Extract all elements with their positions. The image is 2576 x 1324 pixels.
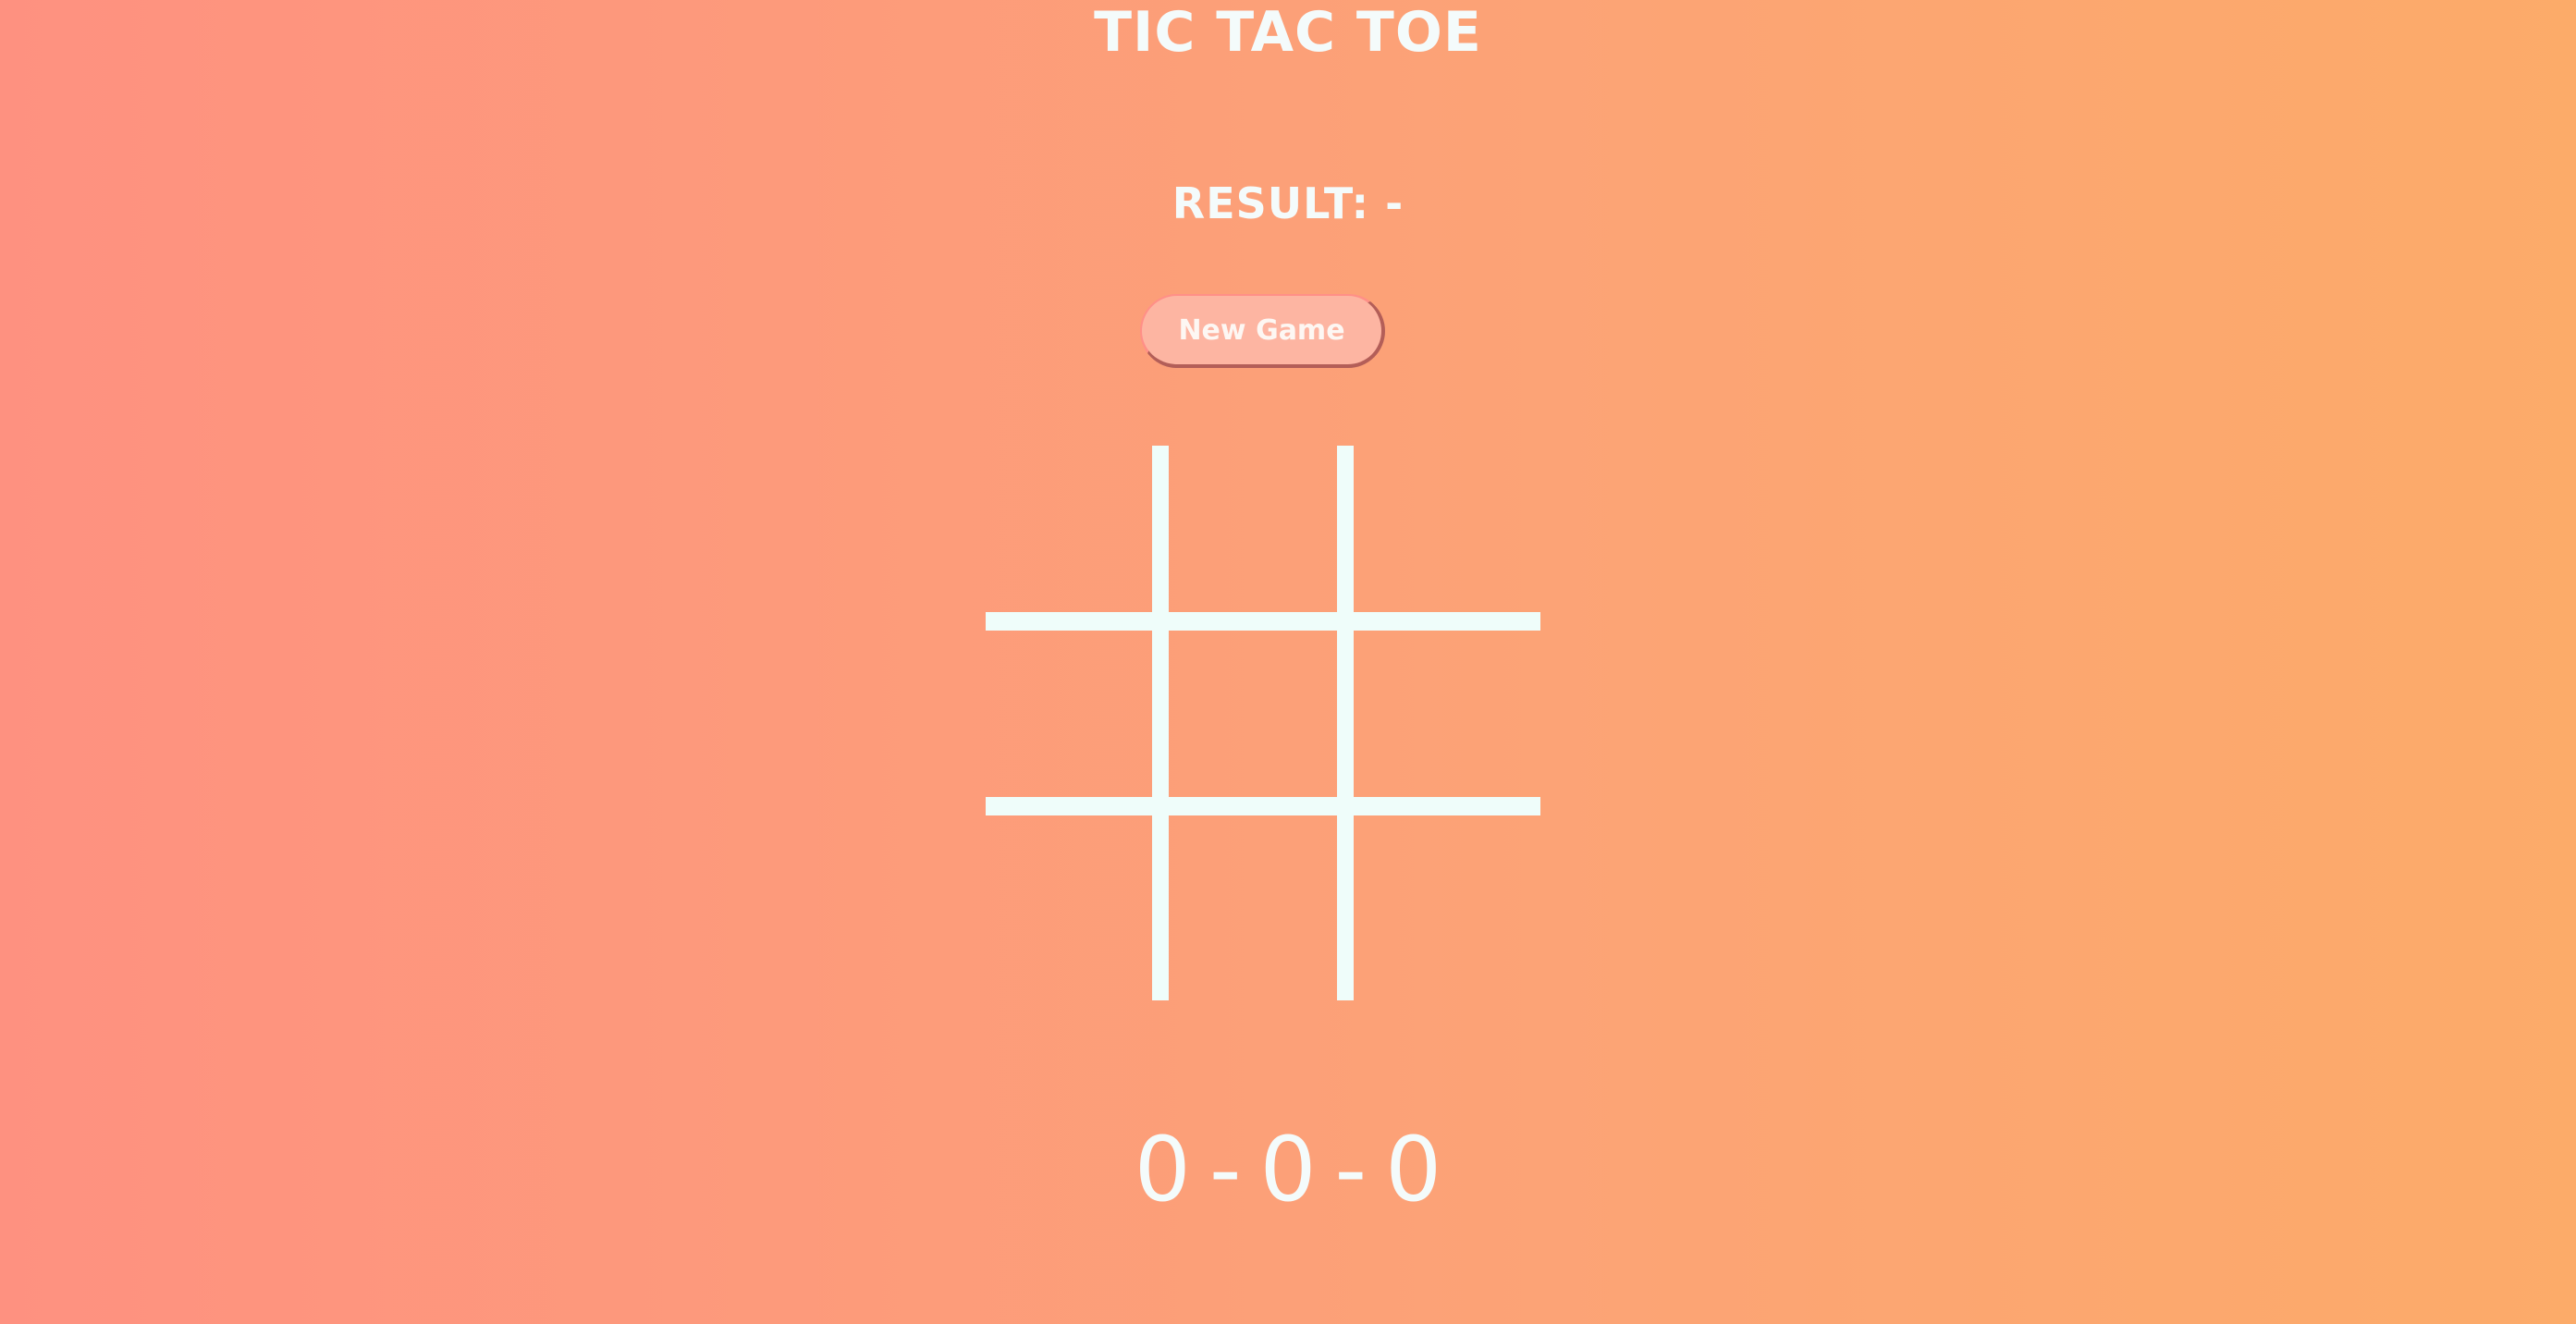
score-x-wins: 0: [1134, 1118, 1191, 1221]
board-cell-5[interactable]: [1169, 631, 1335, 797]
score-o-wins: 0: [1385, 1118, 1442, 1221]
new-game-button[interactable]: New Game: [1140, 294, 1385, 368]
game-board: [986, 446, 1540, 1000]
board-cell-8[interactable]: [1169, 815, 1335, 982]
score-draws: 0: [1259, 1118, 1317, 1221]
grid-line-horizontal-2: [986, 797, 1540, 815]
score-separator: -: [1334, 1118, 1368, 1221]
board-cell-6[interactable]: [1354, 631, 1520, 797]
page-title: TIC TAC TOE: [1094, 0, 1482, 65]
grid-line-vertical-1: [1152, 446, 1169, 1000]
result-status: RESULT: -: [1171, 178, 1405, 228]
grid-line-vertical-2: [1337, 446, 1354, 1000]
board-cell-2[interactable]: [1169, 446, 1335, 612]
score-separator: -: [1208, 1118, 1242, 1221]
scoreboard: 0 - 0 - 0: [0, 1119, 2576, 1220]
board-cell-9[interactable]: [1354, 815, 1520, 982]
grid-line-horizontal-1: [986, 612, 1540, 631]
board-cell-1[interactable]: [986, 446, 1152, 612]
board-cell-4[interactable]: [986, 631, 1152, 797]
board-cell-3[interactable]: [1354, 446, 1520, 612]
board-cell-7[interactable]: [986, 815, 1152, 982]
